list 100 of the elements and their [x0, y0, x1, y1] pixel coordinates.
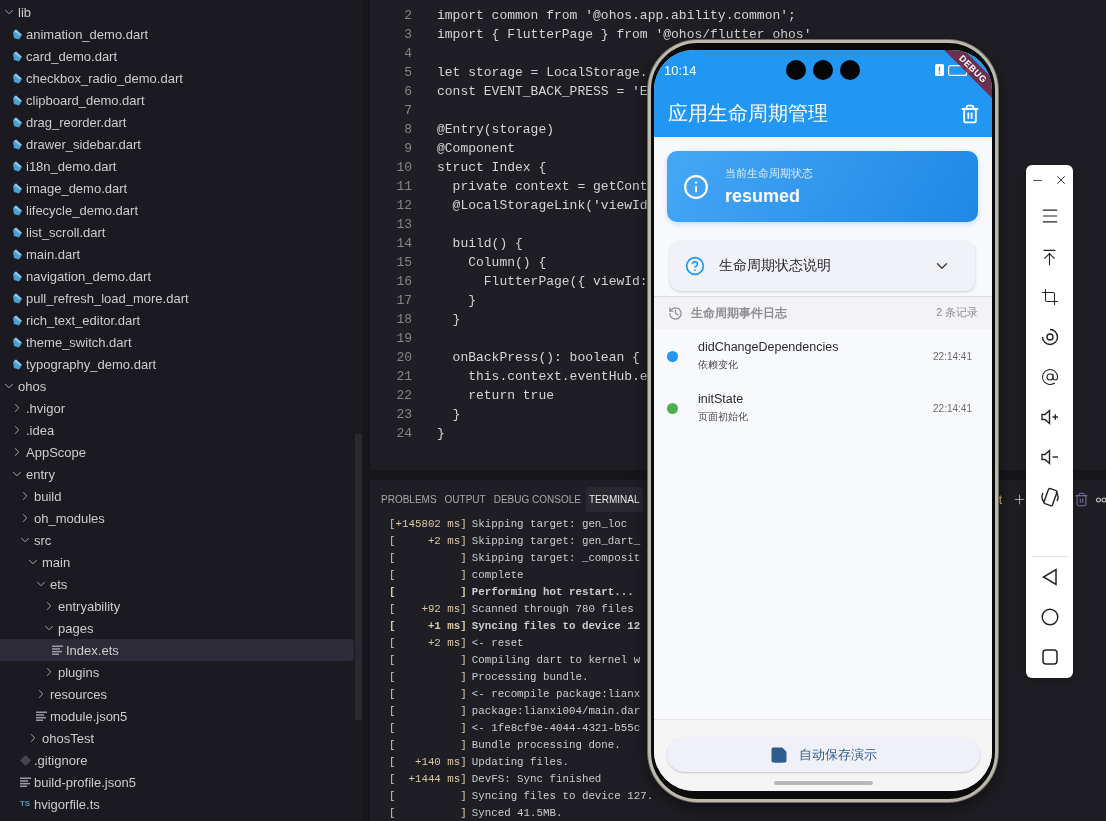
volume-down-icon[interactable] — [1039, 447, 1060, 467]
tree-item[interactable]: ets — [0, 573, 354, 595]
line-number: 6 — [403, 83, 412, 101]
tree-item[interactable]: main — [0, 551, 354, 573]
terminal-line: [ ] Performing hot restart... — [389, 585, 634, 600]
log-title: 生命周期事件日志 — [691, 304, 788, 322]
panel-tab[interactable]: DEBUG CONSOLE — [490, 487, 584, 512]
tree-item[interactable]: .gitignore — [0, 749, 354, 771]
tree-item[interactable]: main.dart — [0, 243, 354, 265]
tree-item[interactable]: pages — [0, 617, 354, 639]
line-number: 13 — [395, 216, 412, 234]
terminal-line: [ ] Compiling dart to kernel w — [389, 653, 641, 668]
lines-icon — [35, 711, 47, 721]
code-line: let storage = LocalStorage. — [437, 64, 648, 82]
info-icon — [683, 173, 709, 200]
file-icon — [11, 336, 23, 348]
event-description: 依赖变化 — [698, 358, 739, 372]
back-icon[interactable] — [1041, 568, 1058, 586]
target-icon[interactable] — [1040, 328, 1059, 346]
tree-item[interactable]: module.json5 — [0, 705, 354, 727]
line-number: 3 — [403, 26, 412, 44]
trash-icon[interactable] — [1074, 492, 1089, 507]
tree-item[interactable]: drag_reorder.dart — [0, 111, 354, 133]
alert-icon — [935, 64, 944, 76]
volume-up-icon[interactable] — [1039, 407, 1060, 427]
tree-item[interactable]: Index.ets — [0, 639, 354, 661]
at-sign-icon[interactable] — [1040, 368, 1059, 386]
line-number: 2 — [403, 7, 412, 25]
tree-item[interactable]: AppScope — [0, 441, 354, 463]
tree-item[interactable]: navigation_demo.dart — [0, 265, 354, 287]
terminal-line: [ ] Synced 41.5MB. — [389, 806, 563, 821]
recents-icon[interactable] — [1041, 649, 1058, 665]
tree-item[interactable]: oh_modules — [0, 507, 354, 529]
code-line: @Entry(storage) — [437, 121, 555, 139]
expandable-card[interactable]: 生命周期状态说明 — [670, 241, 975, 291]
history-icon — [668, 305, 683, 321]
crop-icon[interactable] — [1040, 288, 1059, 306]
tree-item[interactable]: .idea — [0, 419, 354, 441]
save-button[interactable]: 自动保存演示 — [666, 737, 980, 772]
tree-item[interactable]: checkbox_radio_demo.dart — [0, 67, 354, 89]
log-count: 2 条记录 — [936, 306, 978, 320]
trash-icon[interactable] — [960, 103, 980, 124]
tree-item[interactable]: entry — [0, 463, 354, 485]
tree-item[interactable]: animation_demo.dart — [0, 23, 354, 45]
terminal-line: [ ] Bundle processing done. — [389, 738, 621, 753]
scrollbar[interactable] — [355, 434, 362, 720]
rotate-device-icon[interactable] — [1039, 487, 1060, 507]
line-number: 23 — [395, 406, 412, 424]
tree-item[interactable]: resources — [0, 683, 354, 705]
tree-item[interactable]: build-profile.json5 — [0, 771, 354, 793]
line-number: 18 — [395, 311, 412, 329]
arrow-up-to-line-icon[interactable] — [1040, 247, 1059, 267]
tree-item[interactable]: rich_text_editor.dart — [0, 309, 354, 331]
tree-item[interactable]: i18n_demo.dart — [0, 155, 354, 177]
file-icon — [11, 182, 23, 194]
tree-item[interactable]: lib — [0, 1, 354, 23]
line-number: 11 — [395, 178, 412, 196]
code-line: @Component — [437, 140, 515, 158]
tree-item[interactable]: typography_demo.dart — [0, 353, 354, 375]
tree-item[interactable]: ohosTest — [0, 727, 354, 749]
lines-icon — [19, 777, 31, 787]
tree-item[interactable]: src — [0, 529, 354, 551]
code-line: const EVENT_BACK_PRESS = 'E — [437, 83, 648, 101]
more-icon[interactable] — [1096, 496, 1106, 503]
file-icon — [11, 50, 23, 62]
code-line: @LocalStorageLink('viewId — [451, 197, 648, 215]
tree-item[interactable]: entryability — [0, 595, 354, 617]
line-number: 7 — [403, 102, 412, 120]
tree-item[interactable]: plugins — [0, 661, 354, 683]
tree-item[interactable]: ohos — [0, 375, 354, 397]
tree-item[interactable]: pull_refresh_load_more.dart — [0, 287, 354, 309]
tree-item[interactable]: TS hvigorfile.ts — [0, 793, 354, 815]
terminal-line: [ ] Syncing files to device 127. — [389, 789, 654, 804]
close-icon[interactable] — [1054, 173, 1068, 187]
terminal-line: [ ] package:lianxi004/main.dar — [389, 704, 641, 719]
tree-item[interactable]: clipboard_demo.dart — [0, 89, 354, 111]
card-title: 生命周期状态说明 — [719, 257, 832, 275]
file-icon — [11, 28, 23, 40]
tree-item[interactable]: card_demo.dart — [0, 45, 354, 67]
tree-item[interactable]: list_scroll.dart — [0, 221, 354, 243]
event-name: didChangeDependencies — [698, 340, 840, 354]
code-line: FlutterPage({ viewId: — [482, 273, 648, 291]
terminal-line: [ +2 ms] <- reset — [389, 636, 524, 651]
home-icon[interactable] — [1040, 608, 1059, 626]
tree-item[interactable]: lifecycle_demo.dart — [0, 199, 354, 221]
tree-item[interactable]: .hvigor — [0, 397, 354, 419]
tree-item[interactable]: drawer_sidebar.dart — [0, 133, 354, 155]
code-line: private context = getCont — [451, 178, 648, 196]
tree-item[interactable]: theme_switch.dart — [0, 331, 354, 353]
tree-item[interactable]: image_demo.dart — [0, 177, 354, 199]
code-line: import common from '@ohos.app.ability.common'; — [437, 7, 796, 25]
panel-tab[interactable]: TERMINAL — [585, 487, 643, 512]
terminal-line: [+145802 ms] Skipping target: gen_loc — [389, 517, 628, 532]
line-number: 12 — [395, 197, 412, 215]
panel-tab[interactable]: PROBLEMS — [378, 487, 440, 512]
terminal-line: [ ] <- 1fe8cf9e-4044-4321-b55c — [389, 721, 641, 736]
tree-item[interactable]: build — [0, 485, 354, 507]
plus-icon[interactable] — [1012, 492, 1027, 507]
terminal-line: [ +1444 ms] DevFS: Sync finished — [389, 772, 602, 787]
panel-tab[interactable]: OUTPUT — [441, 487, 489, 512]
